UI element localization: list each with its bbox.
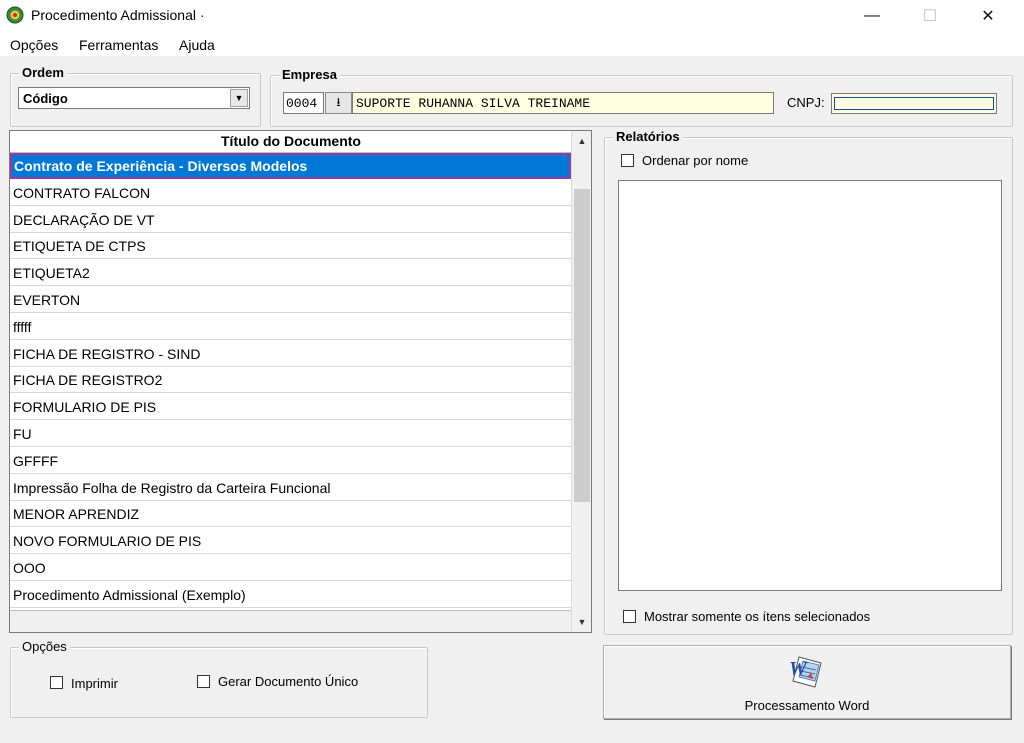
- maximize-button[interactable]: ☐: [901, 0, 959, 32]
- show-selected-only-label: Mostrar somente os ítens selecionados: [644, 609, 871, 624]
- document-row[interactable]: FU: [10, 421, 571, 447]
- document-row[interactable]: FORMULARIO DE PIS: [10, 394, 571, 421]
- document-row[interactable]: Contrato de Experiência - Diversos Model…: [10, 153, 571, 179]
- scroll-down-icon[interactable]: ▼: [572, 612, 591, 632]
- document-row[interactable]: EVERTON: [10, 287, 571, 313]
- document-row[interactable]: ETIQUETA DE CTPS: [10, 233, 571, 260]
- document-row[interactable]: CONTRATO FALCON: [10, 180, 571, 206]
- document-list-header[interactable]: Título do Documento: [10, 131, 572, 153]
- word-document-icon: W: [785, 653, 827, 691]
- menu-opcoes[interactable]: Opções: [10, 37, 58, 53]
- arrow-down-icon: ⭳: [336, 94, 341, 109]
- close-button[interactable]: ✕: [959, 0, 1017, 32]
- minimize-button[interactable]: —: [843, 0, 901, 32]
- word-processing-label: Processamento Word: [744, 698, 870, 713]
- word-processing-button[interactable]: W Processamento Word: [603, 645, 1011, 719]
- vertical-scrollbar[interactable]: ▲ ▼: [571, 131, 591, 632]
- app-icon: [6, 6, 24, 24]
- window-title: Procedimento Admissional ·: [31, 7, 205, 23]
- ordem-legend: Ordem: [19, 65, 67, 80]
- cnpj-label: CNPJ:: [787, 95, 825, 110]
- title-bar: Procedimento Admissional · — ☐ ✕: [0, 0, 1024, 32]
- relatorios-legend: Relatórios: [613, 129, 683, 144]
- scrollbar-thumb[interactable]: [574, 189, 590, 502]
- document-row[interactable]: Impressão Folha de Registro da Carteira …: [10, 475, 571, 501]
- document-row[interactable]: OOO: [10, 555, 571, 581]
- document-row[interactable]: NOVO FORMULARIO DE PIS: [10, 528, 571, 555]
- print-label: Imprimir: [71, 676, 118, 691]
- document-row[interactable]: FICHA DE REGISTRO - SIND: [10, 341, 571, 367]
- document-row[interactable]: FICHA DE REGISTRO2: [10, 367, 571, 394]
- empresa-name-field[interactable]: SUPORTE RUHANNA SILVA TREINAME: [352, 92, 774, 114]
- single-document-label: Gerar Documento Único: [218, 674, 359, 689]
- document-list[interactable]: Título do Documento Contrato de Experiên…: [9, 130, 592, 633]
- document-row[interactable]: fffff: [10, 314, 571, 340]
- scroll-up-icon[interactable]: ▲: [572, 131, 591, 151]
- ordem-value: Código: [23, 91, 68, 106]
- opcoes-legend: Opções: [19, 639, 70, 654]
- lookup-button[interactable]: ⭳: [325, 92, 352, 114]
- document-row[interactable]: ETIQUETA2: [10, 260, 571, 287]
- document-row[interactable]: GFFFF: [10, 448, 571, 474]
- print-checkbox[interactable]: [50, 676, 63, 689]
- svg-text:W: W: [789, 658, 808, 680]
- document-row[interactable]: Procedimento Admissional (Exemplo): [10, 582, 571, 608]
- sort-by-name-label: Ordenar por nome: [642, 153, 749, 168]
- relatorios-listbox[interactable]: [618, 180, 1002, 591]
- menu-ajuda[interactable]: Ajuda: [179, 37, 215, 53]
- single-document-checkbox[interactable]: [197, 675, 210, 688]
- chevron-down-icon[interactable]: ▼: [230, 89, 248, 107]
- menu-ferramentas[interactable]: Ferramentas: [79, 37, 158, 53]
- empresa-code-field[interactable]: 0004: [283, 92, 324, 114]
- cnpj-input-box: [834, 97, 994, 110]
- show-selected-only-checkbox[interactable]: [623, 610, 636, 623]
- cnpj-field[interactable]: [831, 93, 997, 114]
- menu-bar: Opções Ferramentas Ajuda: [0, 32, 1024, 56]
- horizontal-scrollbar[interactable]: [10, 610, 572, 632]
- empresa-legend: Empresa: [279, 67, 340, 82]
- sort-by-name-checkbox[interactable]: [621, 154, 634, 167]
- document-row[interactable]: DECLARAÇÃO DE VT: [10, 207, 571, 233]
- document-row[interactable]: MENOR APRENDIZ: [10, 501, 571, 528]
- ordem-combobox[interactable]: Código ▼: [18, 87, 250, 109]
